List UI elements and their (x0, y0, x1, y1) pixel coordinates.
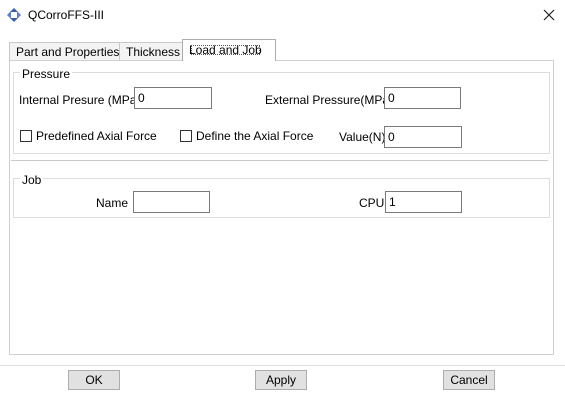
external-pressure-input[interactable]: 0 (384, 87, 461, 109)
tab-label: Part and Properties (16, 45, 120, 59)
cpu-label: CPU (359, 196, 385, 210)
tab-label: Thickness (126, 45, 181, 59)
ok-button[interactable]: OK (68, 370, 120, 390)
pressure-group-title: Pressure (20, 67, 73, 81)
job-name-label: Name (96, 196, 129, 210)
define-axial-force-checkbox[interactable] (180, 130, 192, 142)
tab-label: Load and Job (189, 43, 262, 57)
window-title: QCorroFFS-III (28, 8, 105, 22)
apply-button[interactable]: Apply (255, 370, 307, 390)
external-pressure-label: External Pressure(MPa) (265, 93, 394, 107)
job-group (13, 178, 550, 218)
predefined-axial-force-label: Predefined Axial Force (36, 129, 157, 143)
cancel-button[interactable]: Cancel (443, 370, 495, 390)
close-button[interactable] (538, 4, 560, 26)
job-name-input[interactable] (133, 191, 210, 213)
value-label: Value(N) (339, 130, 386, 144)
internal-pressure-input[interactable]: 0 (134, 87, 212, 109)
title-bar: QCorroFFS-III (0, 0, 565, 30)
tab-load-and-job[interactable]: Load and Job (182, 39, 276, 61)
job-group-title: Job (20, 173, 44, 187)
button-bar-divider (0, 365, 565, 366)
close-icon (543, 9, 555, 21)
predefined-axial-force-checkbox[interactable] (20, 130, 32, 142)
separator-line (11, 160, 548, 162)
app-diamond-arrows-icon (7, 8, 21, 22)
internal-pressure-label: Internal Presure (MPa) (19, 93, 141, 107)
tab-thickness[interactable]: Thickness (119, 42, 185, 61)
define-axial-force-label: Define the Axial Force (196, 129, 314, 143)
axial-force-value-input[interactable]: 0 (384, 126, 462, 148)
cpu-input[interactable]: 1 (385, 191, 462, 213)
tab-part-and-properties[interactable]: Part and Properties (9, 42, 126, 61)
